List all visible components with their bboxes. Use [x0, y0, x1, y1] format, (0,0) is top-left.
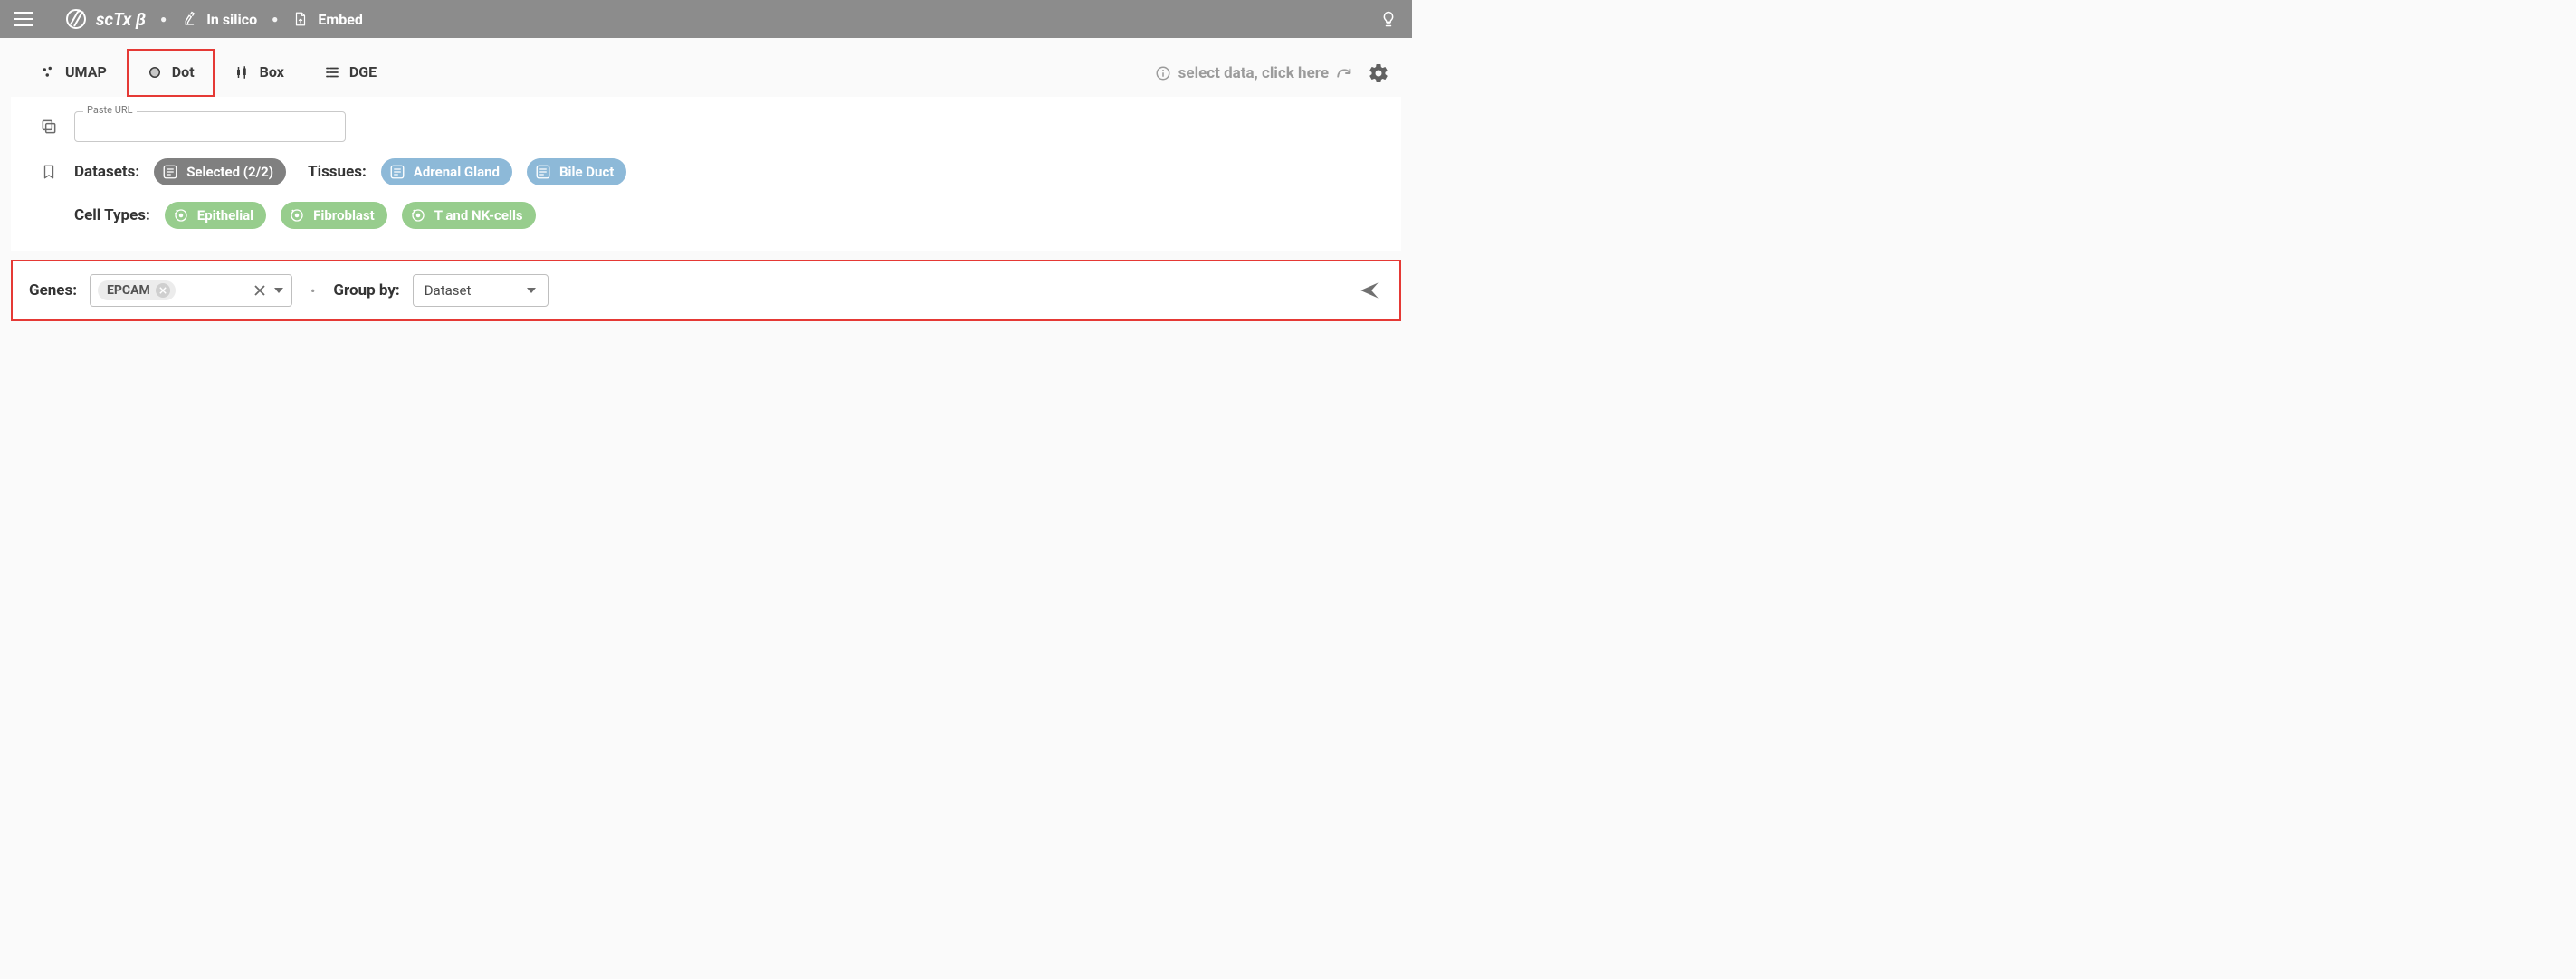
datasets-chip[interactable]: Selected (2/2): [154, 158, 286, 185]
tissue-chip-bileduct[interactable]: Bile Duct: [527, 158, 626, 185]
query-bar: Genes: EPCAM • Group by: Dataset: [11, 260, 1401, 321]
microscope-icon: [181, 11, 197, 27]
url-legend: Paste URL: [83, 104, 137, 116]
hint-text: select data, click here: [1178, 64, 1329, 82]
close-icon: [253, 284, 266, 297]
tab-label: DGE: [349, 63, 377, 81]
groupby-label: Group by:: [333, 281, 399, 299]
genes-input[interactable]: EPCAM: [90, 274, 292, 307]
redo-arrow-icon: [1336, 67, 1356, 80]
datasets-label: Datasets:: [74, 163, 139, 181]
tab-label: Box: [260, 63, 284, 81]
library-icon: [388, 163, 406, 181]
chip-label: Bile Duct: [559, 164, 614, 180]
paste-url-input[interactable]: [74, 111, 346, 142]
gear-icon: [1368, 62, 1389, 84]
nav-in-silico[interactable]: In silico: [181, 11, 257, 28]
chevron-down-icon: [273, 285, 284, 296]
gene-chip-label: EPCAM: [107, 283, 150, 298]
library-icon: [534, 163, 552, 181]
boxplot-icon: [234, 64, 251, 81]
lightbulb-icon: [1379, 10, 1398, 28]
bookmark-icon: [41, 163, 57, 181]
select-data-hint[interactable]: select data, click here: [1155, 64, 1356, 82]
paste-url-field: Paste URL: [74, 111, 346, 142]
tab-label: Dot: [172, 63, 195, 81]
celltype-chip-epithelial[interactable]: Epithelial: [165, 202, 266, 229]
genes-label: Genes:: [29, 281, 77, 299]
copy-icon: [40, 118, 58, 136]
chevron-down-icon: [526, 285, 537, 296]
settings-button[interactable]: [1365, 60, 1392, 87]
celltype-chip-tnk[interactable]: T and NK-cells: [402, 202, 536, 229]
hamburger-icon: [14, 12, 33, 26]
tab-dot[interactable]: Dot: [127, 49, 215, 97]
dot-icon: [147, 64, 163, 81]
view-tabs: UMAP Dot Box DGE select data, click here: [0, 38, 1412, 97]
celltype-chip-fibroblast[interactable]: Fibroblast: [281, 202, 387, 229]
logo-icon: [65, 8, 87, 30]
list-icon: [324, 64, 340, 81]
submit-button[interactable]: [1356, 277, 1383, 304]
hints-button[interactable]: [1372, 3, 1405, 35]
nav-label: In silico: [206, 11, 257, 28]
copy-button[interactable]: [38, 116, 60, 138]
nav-embed[interactable]: Embed: [292, 11, 363, 28]
filters-panel: Paste URL Datasets: Selected (2/2) Tissu…: [11, 97, 1401, 251]
chip-label: Epithelial: [197, 207, 253, 223]
gene-chip-epcam[interactable]: EPCAM: [98, 280, 176, 300]
tab-box[interactable]: Box: [215, 49, 304, 97]
separator: •: [310, 282, 315, 299]
send-icon: [1358, 279, 1381, 302]
tissue-chip-adrenal[interactable]: Adrenal Gland: [381, 158, 512, 185]
cell-icon: [288, 206, 306, 224]
brand-text: scTx β: [96, 9, 146, 30]
close-icon: [159, 287, 167, 294]
brand-logo[interactable]: scTx β: [65, 8, 146, 30]
clear-genes-button[interactable]: [253, 284, 266, 297]
remove-gene-button[interactable]: [156, 283, 170, 298]
tab-umap[interactable]: UMAP: [20, 49, 127, 97]
chip-label: Fibroblast: [313, 207, 375, 223]
upload-file-icon: [292, 11, 309, 27]
groupby-value: Dataset: [425, 282, 472, 299]
celltypes-label: Cell Types:: [74, 206, 150, 224]
chip-label: Selected (2/2): [186, 164, 273, 180]
bookmark-button[interactable]: [38, 161, 60, 183]
nav-separator: ●: [272, 13, 278, 25]
cell-icon: [409, 206, 427, 224]
app-header: scTx β ● In silico ● Embed: [0, 0, 1412, 38]
library-icon: [161, 163, 179, 181]
chip-label: T and NK-cells: [434, 207, 523, 223]
scatter-icon: [40, 64, 56, 81]
tab-label: UMAP: [65, 63, 107, 81]
groupby-select[interactable]: Dataset: [413, 274, 549, 307]
genes-dropdown-button[interactable]: [273, 285, 284, 296]
nav-separator: ●: [160, 13, 167, 25]
nav-label: Embed: [318, 11, 363, 28]
cell-icon: [172, 206, 190, 224]
info-icon: [1155, 65, 1171, 81]
tab-dge[interactable]: DGE: [304, 49, 396, 97]
tissues-label: Tissues:: [308, 163, 367, 181]
menu-button[interactable]: [7, 3, 40, 35]
chip-label: Adrenal Gland: [414, 164, 500, 180]
